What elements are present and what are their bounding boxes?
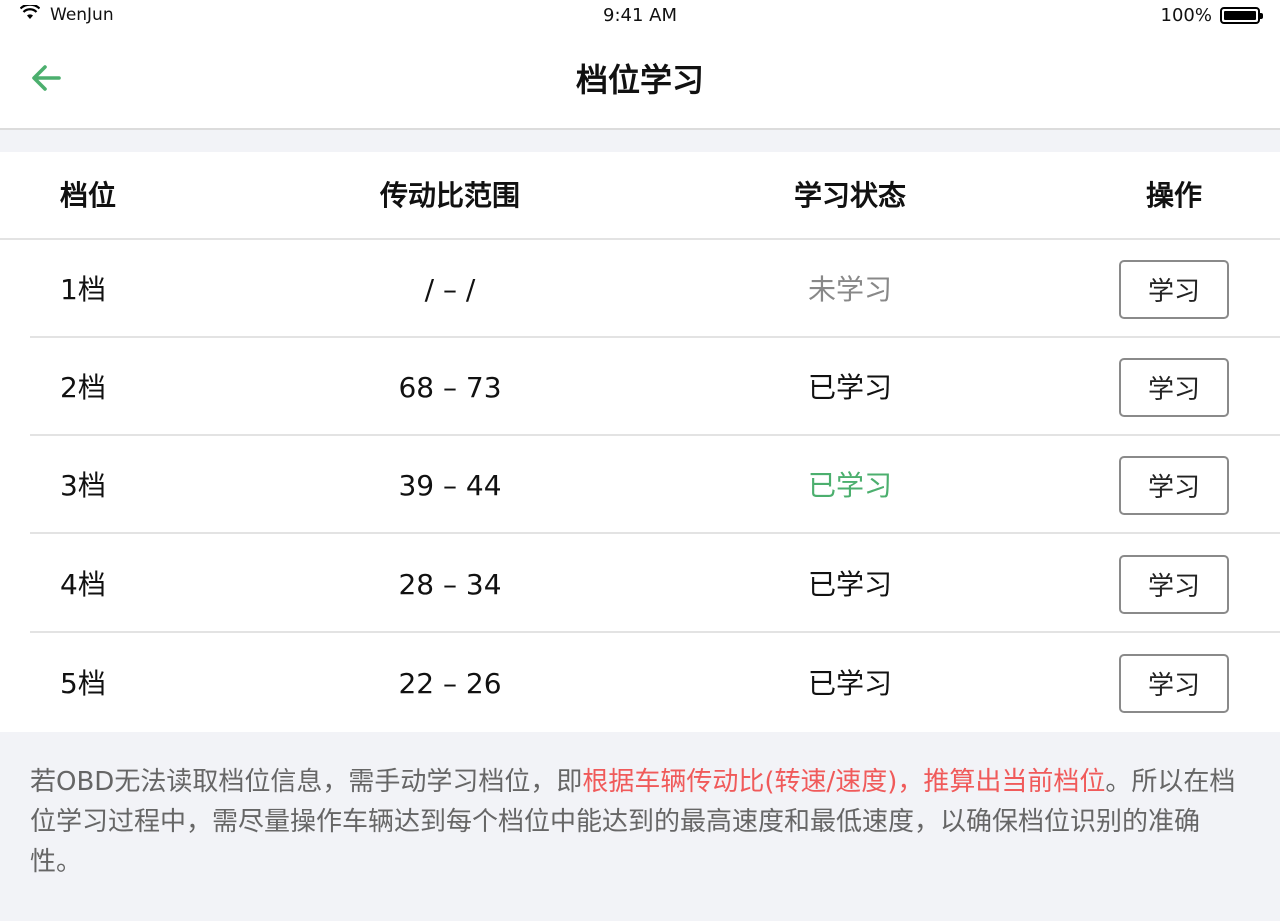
learn-button[interactable]: 学习	[1119, 358, 1229, 417]
table-row: 3档 39 – 44 已学习 学习	[0, 436, 1280, 534]
status-cell: 已学习	[807, 568, 892, 601]
status-bar: WenJun 9:41 AM 100%	[0, 0, 1280, 30]
learn-button[interactable]: 学习	[1119, 654, 1229, 713]
table-row: 1档 / – / 未学习 学习	[0, 240, 1280, 338]
row-divider	[30, 532, 1280, 534]
status-cell: 已学习	[807, 371, 892, 404]
gear-cell: 4档	[60, 568, 106, 601]
nav-bar: 档位学习	[0, 30, 1280, 130]
note-highlight: 根据车辆传动比(转速/速度)，推算出当前档位	[582, 767, 1106, 797]
learn-button[interactable]: 学习	[1119, 260, 1229, 319]
table-row: 5档 22 – 26 已学习 学习	[0, 634, 1280, 732]
row-divider	[30, 631, 1280, 633]
gear-cell: 3档	[60, 469, 106, 502]
status-cell: 已学习	[807, 469, 892, 502]
header-status: 学习状态	[793, 179, 906, 212]
ratio-cell: 28 – 34	[398, 568, 502, 601]
gear-table: 档位 传动比范围 学习状态 操作 1档 / – / 未学习 学习 2档 68 –…	[0, 152, 1280, 732]
info-note: 若OBD无法读取档位信息，需手动学习档位，即根据车辆传动比(转速/速度)，推算出…	[30, 762, 1250, 882]
table-row: 2档 68 – 73 已学习 学习	[0, 338, 1280, 436]
gear-cell: 2档	[60, 371, 106, 404]
battery-fill	[1224, 11, 1256, 20]
status-cell: 已学习	[807, 667, 892, 700]
ratio-cell: / – /	[424, 273, 476, 306]
ratio-cell: 68 – 73	[398, 371, 502, 404]
page-title: 档位学习	[575, 61, 704, 99]
battery-percent: 100%	[1160, 5, 1212, 26]
table-header: 档位 传动比范围 学习状态 操作	[0, 152, 1280, 240]
header-gear: 档位	[60, 179, 117, 212]
gear-cell: 5档	[60, 667, 106, 700]
note-text: 若OBD无法读取档位信息，需手动学习档位，即	[30, 767, 583, 797]
learn-button[interactable]: 学习	[1119, 555, 1229, 614]
status-right: 100%	[1160, 5, 1263, 26]
gear-cell: 1档	[60, 273, 106, 306]
header-action: 操作	[1145, 179, 1202, 212]
ratio-cell: 39 – 44	[398, 469, 502, 502]
learn-button[interactable]: 学习	[1119, 456, 1229, 515]
battery-icon	[1220, 7, 1263, 24]
status-cell: 未学习	[807, 273, 892, 306]
status-time: 9:41 AM	[603, 5, 677, 26]
ratio-cell: 22 – 26	[398, 667, 502, 700]
table-row: 4档 28 – 34 已学习 学习	[0, 535, 1280, 633]
header-ratio: 传动比范围	[379, 179, 520, 212]
